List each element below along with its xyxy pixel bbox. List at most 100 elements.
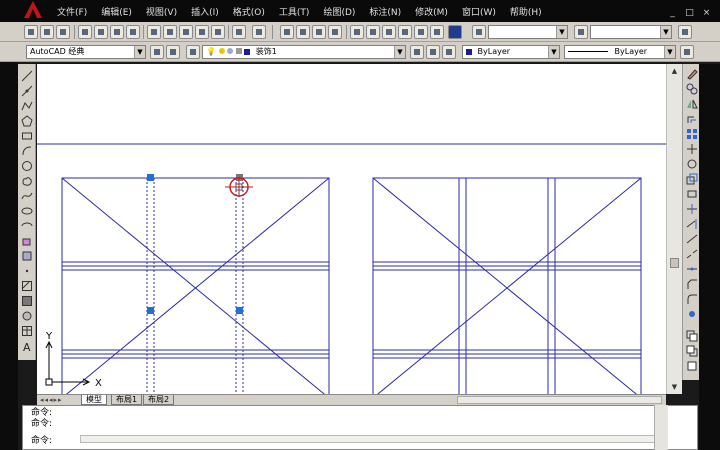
copy-object-icon[interactable]: [686, 83, 698, 95]
stretch-icon[interactable]: [686, 188, 698, 200]
calculator-icon[interactable]: [430, 25, 444, 39]
properties-icon[interactable]: [350, 25, 364, 39]
workspace-dropdown[interactable]: AutoCAD 经典 ▼: [26, 45, 146, 59]
autocad-logo-icon[interactable]: [22, 0, 44, 20]
chamfer-icon[interactable]: [686, 278, 698, 290]
layer-state-icon[interactable]: [442, 45, 456, 59]
rotate-icon[interactable]: [686, 158, 698, 170]
match-properties-icon[interactable]: [195, 25, 209, 39]
cut-icon[interactable]: [147, 25, 161, 39]
multiline-text-icon[interactable]: A: [21, 340, 33, 354]
drawing-canvas[interactable]: Y X: [37, 64, 666, 394]
table-icon[interactable]: [21, 325, 33, 337]
draworder-above-icon[interactable]: [686, 360, 698, 372]
break-at-point-icon[interactable]: [686, 233, 698, 245]
scroll-up-icon[interactable]: ▲: [669, 66, 680, 76]
command-horizontal-scrollbar[interactable]: [80, 435, 668, 443]
break-icon[interactable]: [686, 248, 698, 260]
move-icon[interactable]: [686, 143, 698, 155]
hatch-icon[interactable]: [21, 280, 33, 292]
tab-layout2[interactable]: 布局2: [143, 395, 175, 405]
publish-icon[interactable]: [110, 25, 124, 39]
tab-nav-arrows[interactable]: ◂◂◂▸▸: [40, 395, 63, 405]
ellipse-icon[interactable]: [21, 205, 33, 217]
make-current-layer-icon[interactable]: [410, 45, 424, 59]
plot-icon[interactable]: [126, 25, 140, 39]
menu-tools[interactable]: 工具(T): [272, 7, 317, 19]
minimize-button[interactable]: _: [667, 8, 678, 18]
gradient-icon[interactable]: [21, 295, 33, 307]
print-preview-icon[interactable]: [94, 25, 108, 39]
dim-style-dropdown[interactable]: ▼: [590, 25, 672, 39]
markup-icon[interactable]: [414, 25, 428, 39]
print-icon[interactable]: [78, 25, 92, 39]
command-scrollbar[interactable]: [654, 405, 668, 450]
lineweight-icon[interactable]: [680, 45, 694, 59]
menu-window[interactable]: 窗口(W): [455, 7, 503, 19]
region-icon[interactable]: [21, 310, 33, 322]
layer-manager-icon[interactable]: [186, 45, 200, 59]
design-center-icon[interactable]: [366, 25, 380, 39]
spline-icon[interactable]: [21, 190, 33, 202]
copy-icon[interactable]: [163, 25, 177, 39]
sheet-set-icon[interactable]: [398, 25, 412, 39]
trim-icon[interactable]: [686, 203, 698, 215]
new-file-icon[interactable]: [24, 25, 38, 39]
horizontal-scrollbar[interactable]: [457, 396, 662, 404]
zoom-realtime-icon[interactable]: [296, 25, 310, 39]
menu-help[interactable]: 帮助(H): [503, 7, 549, 19]
drawing-area[interactable]: Y X: [37, 64, 666, 394]
point-icon[interactable]: [21, 265, 33, 277]
scale-icon[interactable]: [686, 173, 698, 185]
array-icon[interactable]: [686, 128, 698, 140]
menu-edit[interactable]: 编辑(E): [94, 7, 139, 19]
polyline-icon[interactable]: [21, 100, 33, 112]
draworder-front-icon[interactable]: [686, 330, 698, 342]
tab-model[interactable]: 模型: [81, 395, 107, 405]
explode-icon[interactable]: [686, 308, 698, 320]
rectangle-icon[interactable]: [21, 130, 33, 142]
tab-layout1[interactable]: 布局1: [111, 395, 143, 405]
menu-dimension[interactable]: 标注(N): [362, 7, 408, 19]
layer-dropdown[interactable]: 💡 装饰1 ▼: [202, 45, 406, 59]
polygon-icon[interactable]: [21, 115, 33, 127]
restore-button[interactable]: □: [684, 8, 695, 18]
text-style-icon[interactable]: [472, 25, 486, 39]
menu-draw[interactable]: 绘图(D): [316, 7, 362, 19]
vertical-scrollbar[interactable]: ▲ ▼: [666, 64, 682, 394]
join-icon[interactable]: [686, 263, 698, 275]
arc-icon[interactable]: [21, 145, 33, 157]
redo-icon[interactable]: [252, 25, 266, 39]
fillet-icon[interactable]: [686, 293, 698, 305]
undo-icon[interactable]: [232, 25, 246, 39]
revision-cloud-icon[interactable]: [21, 175, 33, 187]
block-editor-icon[interactable]: [211, 25, 225, 39]
menu-format[interactable]: 格式(O): [226, 7, 272, 19]
dim-style-icon[interactable]: [574, 25, 588, 39]
open-file-icon[interactable]: [40, 25, 54, 39]
scroll-thumb[interactable]: [670, 258, 679, 268]
menu-file[interactable]: 文件(F): [50, 7, 94, 19]
workspace-settings-icon[interactable]: [150, 45, 164, 59]
zoom-window-icon[interactable]: [312, 25, 326, 39]
pan-icon[interactable]: [280, 25, 294, 39]
offset-icon[interactable]: [686, 113, 698, 125]
line-icon[interactable]: [21, 70, 33, 82]
save-icon[interactable]: [56, 25, 70, 39]
ellipse-arc-icon[interactable]: [21, 220, 33, 232]
scroll-down-icon[interactable]: ▼: [669, 382, 680, 392]
draworder-back-icon[interactable]: [686, 345, 698, 357]
text-style-dropdown[interactable]: ▼: [488, 25, 568, 39]
workspace-save-icon[interactable]: [166, 45, 180, 59]
circle-icon[interactable]: [21, 160, 33, 172]
paste-icon[interactable]: [179, 25, 193, 39]
insert-block-icon[interactable]: [21, 235, 33, 247]
menu-insert[interactable]: 插入(I): [184, 7, 226, 19]
command-window[interactable]: 命令: 命令: 命令:: [22, 405, 698, 450]
zoom-previous-icon[interactable]: [328, 25, 342, 39]
menu-modify[interactable]: 修改(M): [408, 7, 455, 19]
command-prompt[interactable]: 命令:: [31, 436, 52, 447]
make-block-icon[interactable]: [21, 250, 33, 262]
tool-palettes-icon[interactable]: [382, 25, 396, 39]
close-button[interactable]: ×: [701, 8, 712, 18]
